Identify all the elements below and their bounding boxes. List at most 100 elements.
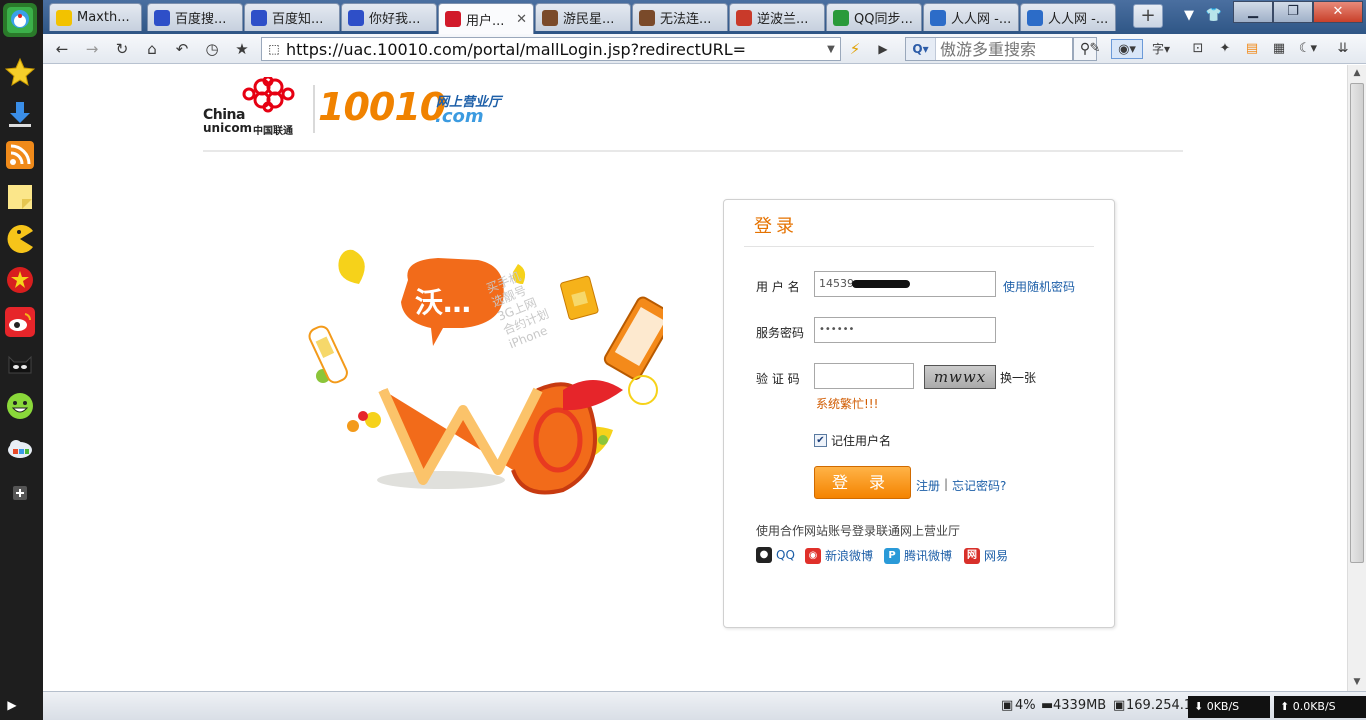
error-message: 系统繁忙!!! [816, 397, 879, 411]
home-icon[interactable]: ⌂ [142, 39, 162, 59]
partner-sina-weibo[interactable]: ◉ 新浪微博 [805, 547, 873, 564]
cpu-usage: 4% [1015, 698, 1036, 713]
skin-icon[interactable]: 👕 [1203, 6, 1225, 28]
undo-close-icon[interactable]: ↶ [172, 39, 192, 59]
tab-label: 人人网 -... [1048, 12, 1109, 27]
edit-icon[interactable]: ✎ [1085, 39, 1105, 59]
smiley-icon[interactable] [3, 389, 37, 423]
captcha-field[interactable] [814, 363, 914, 389]
logo-domain: .com [435, 106, 484, 127]
status-bar: ▣ 4% ▬ 4339MB ▣ 169.254.1 ⬇ 0KB/S ⬆ 0.0K… [43, 691, 1366, 720]
forgot-password-link[interactable]: 忘记密码? [952, 477, 1006, 494]
weibo-icon[interactable] [3, 305, 37, 339]
address-dropdown-icon[interactable]: ▼ [822, 44, 840, 55]
tab-label: Maxth... [77, 10, 130, 25]
pacman-game-icon[interactable] [3, 222, 37, 256]
feed-icon[interactable]: ▤ [1242, 39, 1262, 59]
notes-toolbar-icon[interactable]: ▦ [1269, 39, 1289, 59]
magic-wand-icon[interactable]: ✦ [1215, 39, 1235, 59]
add-plugin-icon[interactable] [3, 476, 37, 510]
browser-tab[interactable]: 百度知... [244, 3, 340, 31]
night-mode-icon[interactable]: ☾▾ [1298, 39, 1318, 59]
browser-tab[interactable]: QQ同步... [826, 3, 922, 31]
refresh-icon[interactable]: ↻ [112, 39, 132, 59]
back-icon[interactable]: ← [52, 39, 72, 59]
vertical-scrollbar[interactable]: ▲ ▼ [1347, 65, 1366, 691]
remember-checkbox[interactable]: ✔ [814, 434, 827, 447]
sidebar-toggle-icon[interactable]: ▶ [2, 693, 22, 717]
tab-favicon-icon [639, 9, 655, 26]
upload-speed: ⬆ 0.0KB/S [1274, 696, 1366, 718]
tab-close-icon[interactable]: ✕ [516, 12, 527, 27]
captcha-refresh-link[interactable]: 换一张 [1000, 369, 1036, 386]
username-field[interactable]: 14539 [814, 271, 996, 297]
partner-qq[interactable]: ● QQ [756, 547, 795, 563]
tab-label: QQ同步... [854, 12, 913, 27]
restore-icon[interactable]: ❐ [1273, 1, 1313, 23]
scroll-thumb[interactable] [1350, 83, 1364, 563]
menu-icon[interactable]: ⇊ [1333, 39, 1353, 59]
scroll-up-icon[interactable]: ▲ [1348, 65, 1366, 82]
tab-bar: Maxth... 百度搜... 百度知... 你好我... 用户... ✕ 游民星... 无法… [43, 0, 1366, 34]
star-badge-icon[interactable] [3, 263, 37, 297]
cpu-icon: ▣ [1001, 698, 1014, 713]
address-bar[interactable]: ⬚ https://uac.10010.com/portal/mallLogin… [261, 37, 841, 61]
scroll-down-icon[interactable]: ▼ [1348, 674, 1366, 691]
logo-10010[interactable]: 10010 [318, 85, 446, 129]
browser-tab[interactable]: 你好我... [341, 3, 437, 31]
browser-tab[interactable]: 游民星... [535, 3, 631, 31]
cat-eyes-icon[interactable] [3, 347, 37, 381]
browser-tab[interactable]: 百度搜... [147, 3, 243, 31]
china-unicom-logo[interactable]: China unicom 中国联通 [203, 75, 303, 137]
password-label: 服务密码 [756, 326, 805, 340]
search-engine-icon[interactable]: Q▾ [906, 38, 936, 60]
browser-tab[interactable]: 逆波兰... [729, 3, 825, 31]
partner-netease[interactable]: 网 网易 [964, 547, 1008, 564]
zoom-icon[interactable]: ⊡ [1188, 39, 1208, 59]
memory-usage: 4339MB [1053, 698, 1107, 713]
login-button[interactable]: 登 录 [814, 466, 911, 499]
maxthon-avatar-icon[interactable] [3, 3, 37, 37]
tab-list-icon[interactable]: ▼ [1178, 6, 1200, 28]
close-window-icon[interactable]: ✕ [1313, 1, 1363, 23]
browser-tab[interactable]: 用户... ✕ [438, 3, 534, 34]
bookmark-star-icon[interactable]: ★ [232, 39, 252, 59]
search-box[interactable]: Q▾ [905, 37, 1073, 61]
browser-tab[interactable]: 人人网 -... [923, 3, 1019, 31]
ip-address: 169.254.1 [1126, 698, 1193, 713]
browser-tab[interactable]: Maxth... [49, 3, 142, 31]
qq-penguin-icon: ● [756, 547, 772, 563]
partner-tencent-weibo[interactable]: P 腾讯微博 [884, 547, 952, 564]
notes-icon[interactable] [3, 180, 37, 214]
favorites-star-icon[interactable] [3, 55, 37, 89]
tab-favicon-icon [251, 9, 267, 26]
lightning-icon[interactable]: ⚡ [845, 39, 865, 59]
sina-weibo-icon: ◉ [805, 547, 821, 564]
web-content: China unicom 中国联通 10010 网上营业厅 .com 沃… 买手… [43, 65, 1347, 691]
netease-icon: 网 [964, 547, 980, 564]
minimize-icon[interactable]: ▁ [1233, 1, 1273, 23]
remember-username[interactable]: ✔ 记住用户名 [814, 432, 891, 449]
translate-icon[interactable]: 字▾ [1151, 39, 1171, 59]
browser-tab[interactable]: 无法连... [632, 3, 728, 31]
new-tab-button[interactable]: + [1133, 4, 1163, 28]
cloud-sync-icon[interactable] [3, 431, 37, 465]
screenshot-icon[interactable]: ◉▾ [1111, 39, 1143, 59]
tab-label: 百度知... [272, 12, 324, 27]
browser-tab[interactable]: 人人网 -... [1020, 3, 1116, 31]
login-divider [744, 246, 1094, 247]
captcha-label: 验 证 码 [756, 372, 800, 386]
captcha-image[interactable]: mwwx [924, 365, 996, 389]
history-icon[interactable]: ◷ [202, 39, 222, 59]
address-url[interactable]: https://uac.10010.com/portal/mallLogin.j… [286, 40, 746, 59]
go-icon[interactable]: ▶ [873, 39, 893, 59]
upload-arrow-icon: ⬆ [1280, 700, 1293, 713]
forward-icon[interactable]: → [82, 39, 102, 59]
download-icon[interactable] [3, 97, 37, 131]
search-input[interactable] [936, 39, 1066, 59]
random-password-link[interactable]: 使用随机密码 [1003, 278, 1075, 295]
rss-icon[interactable] [3, 138, 37, 172]
tab-label: 逆波兰... [757, 12, 809, 27]
password-field[interactable]: •••••• [814, 317, 996, 343]
register-link[interactable]: 注册 [916, 477, 940, 494]
